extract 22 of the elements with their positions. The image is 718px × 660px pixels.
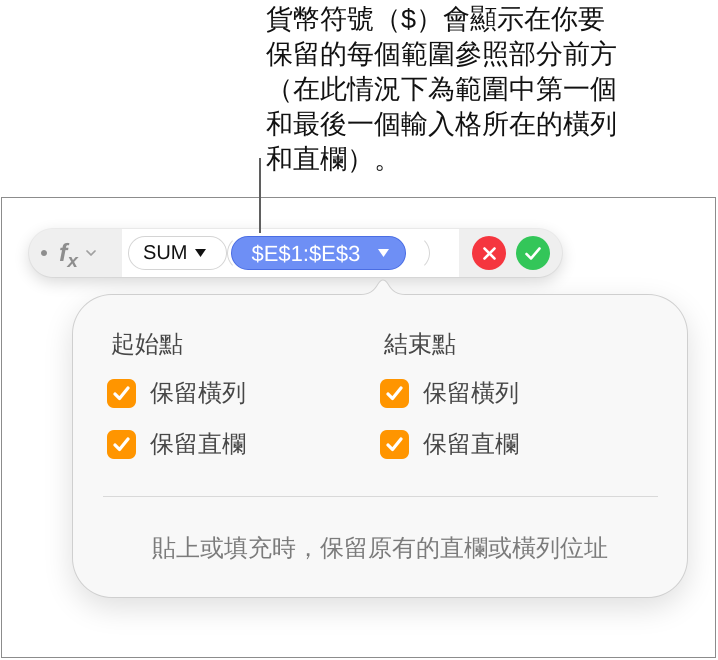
checkbox-label: 保留直欄 <box>150 430 246 458</box>
checkbox[interactable] <box>107 378 136 408</box>
function-token[interactable]: SUM <box>128 236 228 270</box>
checkbox[interactable] <box>380 378 409 408</box>
checkmark-icon <box>525 246 541 260</box>
cancel-button[interactable] <box>472 236 506 270</box>
checkbox[interactable] <box>107 430 136 458</box>
accept-button[interactable] <box>516 236 550 270</box>
caret-icon <box>195 249 206 257</box>
checkbox-label: 保留橫列 <box>150 378 246 408</box>
close-icon <box>482 246 496 260</box>
caret-icon <box>378 249 390 257</box>
footer-note: 貼上或填充時，保留原有的直欄或橫列位址 <box>152 534 608 563</box>
chevron-icon <box>86 250 96 256</box>
section-heading: 結束點 <box>384 330 456 359</box>
formula-field[interactable]: SUM $E$1:$E$3 <box>122 229 459 277</box>
checkbox-label: 保留直欄 <box>423 430 519 458</box>
dot-icon <box>41 250 47 256</box>
callout-text: 貨幣符號（$）會顯示在你要保留的每個範圍參照部分前方（在此情況下為範圍中第一個和最後一個輸入格所在的橫列和直欄）。 <box>266 3 618 176</box>
section-heading: 起始點 <box>111 330 183 359</box>
checkbox-label: 保留橫列 <box>423 378 519 408</box>
checkbox[interactable] <box>380 430 409 458</box>
